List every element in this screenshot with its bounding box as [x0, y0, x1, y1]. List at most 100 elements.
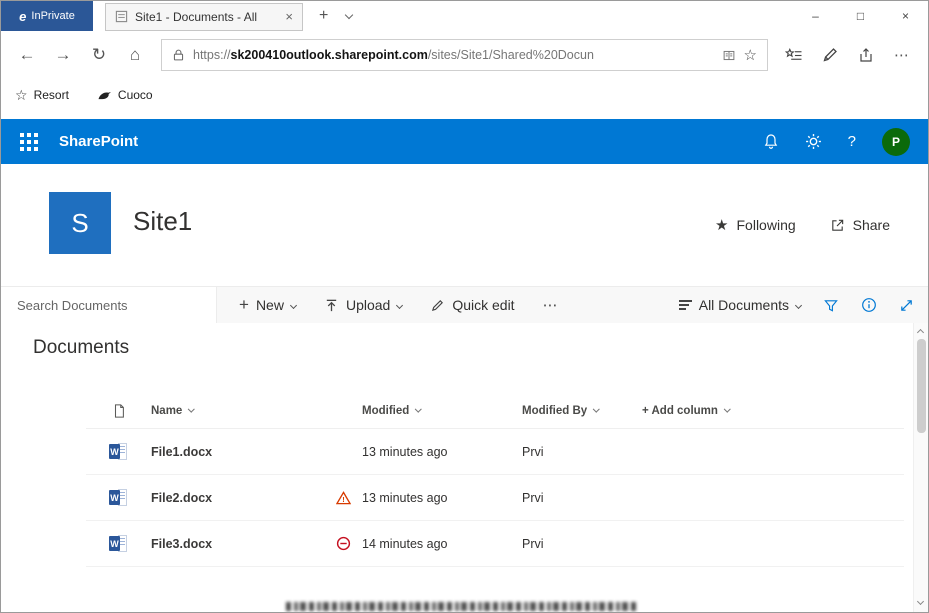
notifications-bell-icon[interactable]	[763, 133, 779, 150]
modified-column-label: Modified	[362, 405, 409, 417]
favorite-item-cuoco[interactable]: Cuoco	[97, 88, 153, 102]
modified-by-cell: Prvi	[522, 537, 642, 551]
spacer	[1, 111, 928, 119]
refresh-button[interactable]: ↻	[81, 37, 117, 73]
file-name-link[interactable]: File3.docx	[151, 537, 336, 551]
add-column-label: + Add column	[642, 405, 718, 417]
lock-icon	[172, 48, 185, 62]
scroll-down-arrow-icon[interactable]	[917, 598, 924, 605]
upload-button[interactable]: Upload	[324, 297, 402, 313]
window-controls: – □ ×	[793, 1, 928, 31]
chevron-down-icon	[593, 406, 599, 412]
name-column-header[interactable]: Name	[151, 405, 336, 417]
word-file-icon: W	[86, 489, 151, 506]
upload-icon	[324, 298, 339, 313]
site-logo[interactable]: S	[49, 192, 111, 254]
sharepoint-title[interactable]: SharePoint	[59, 133, 138, 150]
browser-tab[interactable]: Site1 - Documents - All ×	[105, 3, 303, 31]
reading-view-icon[interactable]	[722, 49, 736, 62]
chevron-down-icon	[724, 406, 730, 412]
table-row[interactable]: W File3.docx 14 minutes ago Prvi	[86, 521, 904, 567]
favorites-bar: ☆ Resort Cuoco	[1, 79, 928, 111]
annotate-pen-icon[interactable]	[812, 37, 848, 73]
chevron-down-icon	[188, 406, 194, 412]
modified-column-header[interactable]: Modified	[362, 405, 522, 417]
document-library: Documents Name Modified Modified By	[1, 323, 928, 612]
scroll-up-arrow-icon[interactable]	[917, 329, 924, 336]
info-icon[interactable]	[861, 297, 877, 313]
modified-cell: 13 minutes ago	[362, 491, 522, 505]
more-commands-icon[interactable]: ⋯	[543, 296, 559, 314]
tab-close-icon[interactable]: ×	[285, 9, 293, 24]
url-host: sk200410outlook.sharepoint.com	[231, 48, 428, 62]
name-column-label: Name	[151, 405, 182, 417]
filter-funnel-icon[interactable]	[823, 298, 839, 313]
file-name-link[interactable]: File2.docx	[151, 491, 336, 505]
modified-cell: 14 minutes ago	[362, 537, 522, 551]
pencil-icon	[430, 298, 445, 313]
close-window-button[interactable]: ×	[883, 1, 928, 31]
table-row[interactable]: W File2.docx ! 13 minutes ago Prvi	[86, 475, 904, 521]
share-site-label: Share	[853, 217, 890, 233]
address-bar[interactable]: https://sk200410outlook.sharepoint.com/s…	[161, 39, 768, 71]
fullscreen-expand-icon[interactable]	[899, 298, 914, 313]
edge-logo-icon: e	[19, 9, 26, 24]
following-label: Following	[737, 217, 796, 233]
add-column-button[interactable]: + Add column	[642, 405, 904, 417]
maximize-button[interactable]: □	[838, 1, 883, 31]
modified-cell: 13 minutes ago	[362, 445, 522, 459]
view-selector[interactable]: All Documents	[679, 297, 801, 313]
add-favorite-star-icon[interactable]: ☆	[744, 46, 757, 64]
favorite-label: Cuoco	[118, 88, 153, 102]
favorites-hub-icon[interactable]	[776, 37, 812, 73]
help-button[interactable]: ?	[848, 133, 856, 150]
settings-gear-icon[interactable]	[805, 133, 822, 150]
app-launcher-icon[interactable]	[5, 133, 53, 151]
view-label: All Documents	[699, 297, 789, 313]
table-row[interactable]: W File1.docx 13 minutes ago Prvi	[86, 429, 904, 475]
url-text: https://sk200410outlook.sharepoint.com/s…	[193, 48, 714, 62]
modified-by-column-header[interactable]: Modified By	[522, 405, 642, 417]
tab-favicon-icon	[115, 10, 128, 23]
tab-bar: e InPrivate Site1 - Documents - All × + …	[1, 1, 928, 31]
inprivate-badge: e InPrivate	[1, 1, 93, 31]
view-commands: All Documents	[679, 287, 914, 323]
bird-favicon-icon	[97, 89, 112, 101]
favorite-item-resort[interactable]: ☆ Resort	[15, 87, 69, 104]
clipped-page-text	[286, 602, 636, 611]
view-lines-icon	[679, 300, 692, 310]
new-tab-button[interactable]: +	[319, 7, 328, 25]
blocked-status-icon	[336, 536, 362, 551]
warning-status-icon: !	[336, 491, 362, 505]
modified-by-cell: Prvi	[522, 491, 642, 505]
chevron-down-icon	[795, 301, 802, 308]
chevron-down-icon	[396, 301, 403, 308]
user-avatar[interactable]: P	[882, 128, 910, 156]
suite-bar-actions: ? P	[763, 128, 910, 156]
scrollbar-thumb[interactable]	[917, 339, 926, 433]
new-button[interactable]: + New	[239, 295, 296, 315]
document-search-box[interactable]	[1, 287, 217, 323]
file-type-column-header[interactable]	[86, 403, 151, 419]
vertical-scrollbar[interactable]	[913, 323, 928, 612]
url-scheme: https://	[193, 48, 231, 62]
following-button[interactable]: ★ Following	[715, 216, 796, 234]
settings-more-icon[interactable]: ⋯	[884, 37, 920, 73]
chevron-down-icon	[415, 406, 421, 412]
quick-edit-button[interactable]: Quick edit	[430, 297, 514, 313]
minimize-button[interactable]: –	[793, 1, 838, 31]
share-site-button[interactable]: Share	[830, 217, 890, 233]
word-file-icon: W	[86, 535, 151, 552]
address-toolbar: ← → ↻ ⌂ https://sk200410outlook.sharepoi…	[1, 31, 928, 79]
home-button[interactable]: ⌂	[117, 37, 153, 73]
forward-button[interactable]: →	[45, 37, 81, 73]
file-name-link[interactable]: File1.docx	[151, 445, 336, 459]
tab-preview-chevron-icon[interactable]	[345, 10, 353, 18]
back-button[interactable]: ←	[9, 37, 45, 73]
search-input[interactable]	[15, 297, 216, 314]
share-icon[interactable]	[848, 37, 884, 73]
command-bar: + New Upload Quick edit ⋯	[1, 286, 928, 323]
modified-by-column-label: Modified By	[522, 405, 587, 417]
site-header: S Site1 ★ Following Share	[1, 164, 928, 286]
word-file-icon: W	[86, 443, 151, 460]
